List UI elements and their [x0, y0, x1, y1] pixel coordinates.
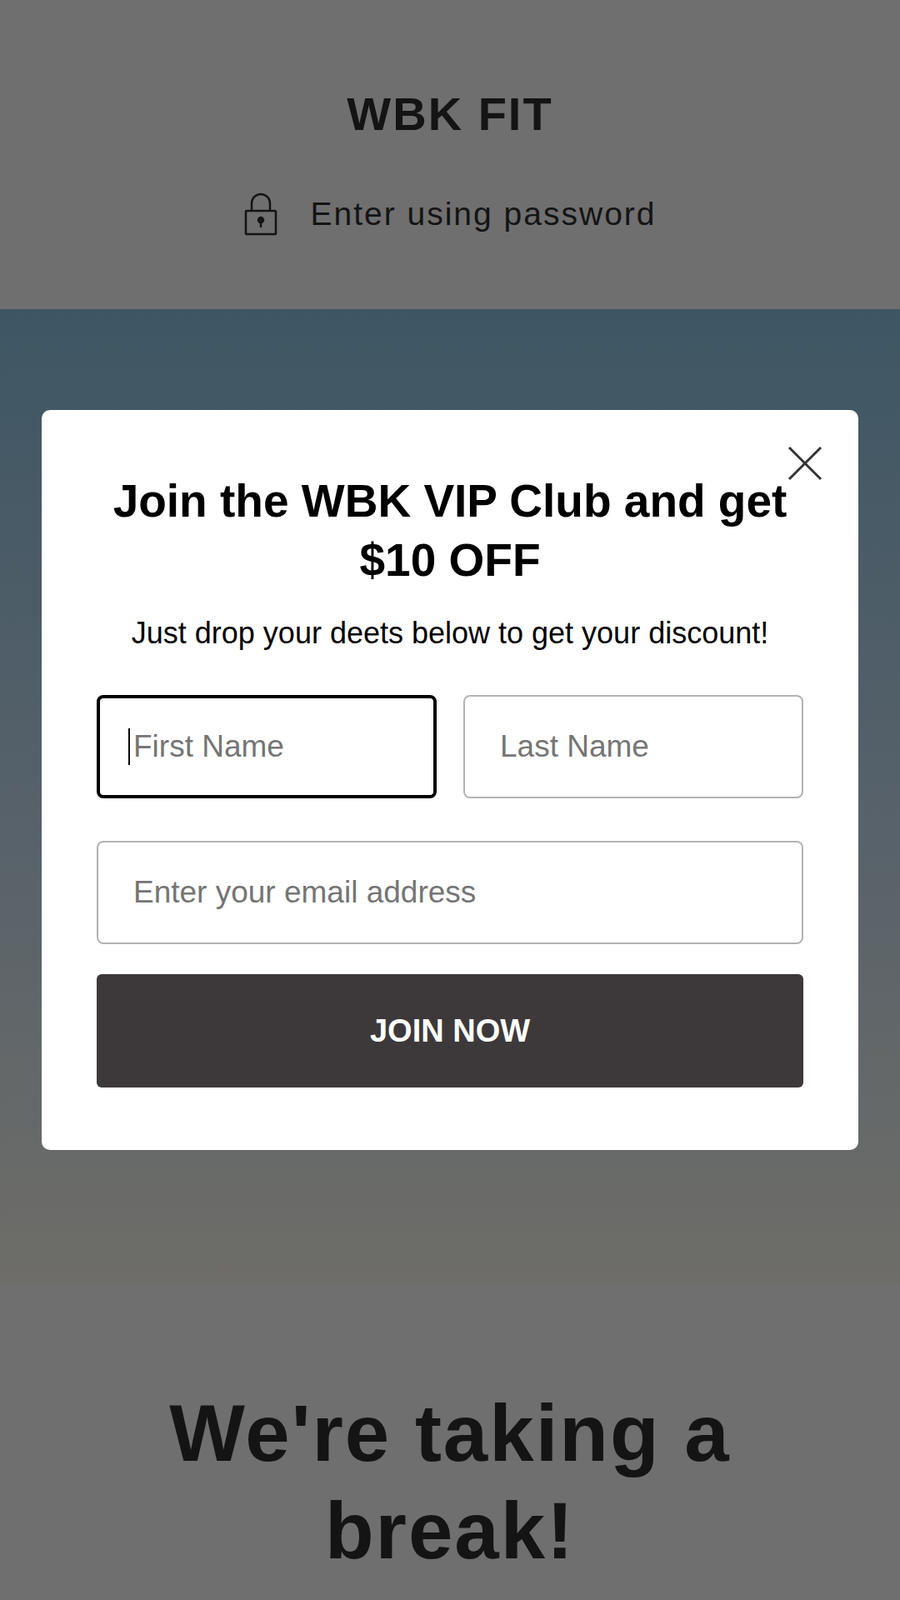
store-logo[interactable]: WBK FIT [346, 87, 553, 141]
text-caret [128, 728, 130, 765]
store-header: WBK FIT Enter using password [0, 0, 900, 310]
email-input-wrapper [96, 840, 804, 945]
first-name-input-wrapper [96, 695, 437, 799]
password-link[interactable]: Enter using password [243, 192, 656, 236]
closed-message: We're taking a break! [0, 1284, 900, 1580]
close-icon[interactable] [786, 445, 824, 482]
first-name-input[interactable] [96, 695, 437, 799]
signup-popup: Join the WBK VIP Club and get $10 OFF Ju… [41, 410, 859, 1150]
last-name-input[interactable] [463, 695, 804, 799]
email-input[interactable] [96, 840, 804, 945]
lock-icon [243, 192, 279, 236]
close-button[interactable] [783, 441, 827, 485]
join-button[interactable]: JOIN NOW [96, 974, 804, 1088]
last-name-input-wrapper [463, 695, 804, 799]
